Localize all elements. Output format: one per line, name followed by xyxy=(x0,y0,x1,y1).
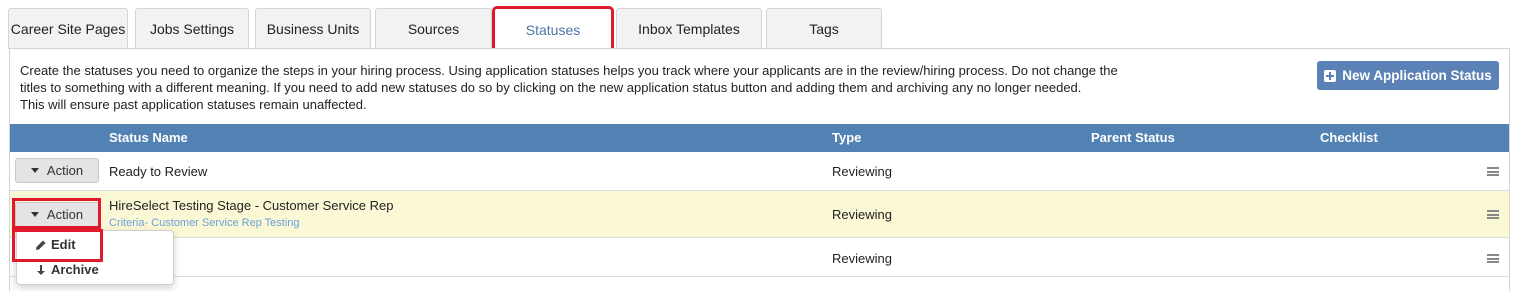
column-header-checklist[interactable]: Checklist xyxy=(1320,130,1378,145)
action-label: Action xyxy=(46,163,84,178)
statuses-panel: Create the statuses you need to organize… xyxy=(9,48,1510,291)
arrow-down-icon xyxy=(37,264,45,275)
tab-label: Inbox Templates xyxy=(638,21,740,37)
table-row: Reviewing xyxy=(10,238,1509,277)
status-criteria-link[interactable]: Criteria- Customer Service Rep Testing xyxy=(109,217,300,229)
menu-item-label: Archive xyxy=(51,262,99,277)
statuses-description: Create the statuses you need to organize… xyxy=(20,62,1140,113)
pencil-icon xyxy=(36,240,46,250)
tab-statuses[interactable]: Statuses xyxy=(492,6,614,52)
tab-label: Jobs Settings xyxy=(149,21,235,37)
column-header-status-name[interactable]: Status Name xyxy=(109,130,188,145)
drag-handle-icon[interactable] xyxy=(1487,254,1499,263)
action-button[interactable]: Action xyxy=(15,158,99,183)
table-row xyxy=(10,277,1509,291)
tab-label: Statuses xyxy=(525,21,581,38)
description-line: titles to something with a different mea… xyxy=(20,80,1082,95)
menu-item-label: Edit xyxy=(51,237,76,252)
status-type: Reviewing xyxy=(832,207,892,222)
tab-label: Sources xyxy=(407,21,460,37)
status-type: Reviewing xyxy=(832,164,892,179)
description-line: This will ensure past application status… xyxy=(20,97,367,112)
status-type: Reviewing xyxy=(832,251,892,266)
drag-handle-icon[interactable] xyxy=(1487,210,1499,219)
tab-jobs-settings[interactable]: Jobs Settings xyxy=(135,8,249,49)
status-name: Ready to Review xyxy=(109,164,208,179)
statuses-table-header: Status Name Type Parent Status Checklist xyxy=(10,124,1509,152)
tab-label: Business Units xyxy=(266,21,360,37)
menu-item-archive[interactable]: Archive xyxy=(35,262,99,277)
menu-item-edit[interactable]: Edit xyxy=(35,237,76,252)
tab-sources[interactable]: Sources xyxy=(375,8,492,49)
status-name: HireSelect Testing Stage - Customer Serv… xyxy=(109,198,394,213)
plus-square-icon xyxy=(1324,69,1337,82)
drag-handle-icon[interactable] xyxy=(1487,167,1499,176)
column-header-type[interactable]: Type xyxy=(832,130,861,145)
tab-business-units[interactable]: Business Units xyxy=(255,8,371,49)
action-button[interactable]: Action xyxy=(15,202,99,227)
action-dropdown-menu: Edit Archive xyxy=(16,230,174,285)
action-label: Action xyxy=(46,207,84,222)
tab-label: Career Site Pages xyxy=(10,21,126,37)
table-row: Action HireSelect Testing Stage - Custom… xyxy=(10,191,1509,238)
new-button-label: New Application Status xyxy=(1342,68,1492,83)
tab-tags[interactable]: Tags xyxy=(766,8,882,49)
tab-career-site-pages[interactable]: Career Site Pages xyxy=(8,8,128,49)
tab-label: Tags xyxy=(809,21,839,37)
column-header-parent-status[interactable]: Parent Status xyxy=(1091,130,1175,145)
table-row: Action Ready to Review Reviewing xyxy=(10,152,1509,191)
new-application-status-button[interactable]: New Application Status xyxy=(1317,61,1499,90)
caret-down-icon xyxy=(30,212,39,217)
tab-inbox-templates[interactable]: Inbox Templates xyxy=(616,8,762,49)
description-line: Create the statuses you need to organize… xyxy=(20,63,1118,78)
caret-down-icon xyxy=(30,168,39,173)
